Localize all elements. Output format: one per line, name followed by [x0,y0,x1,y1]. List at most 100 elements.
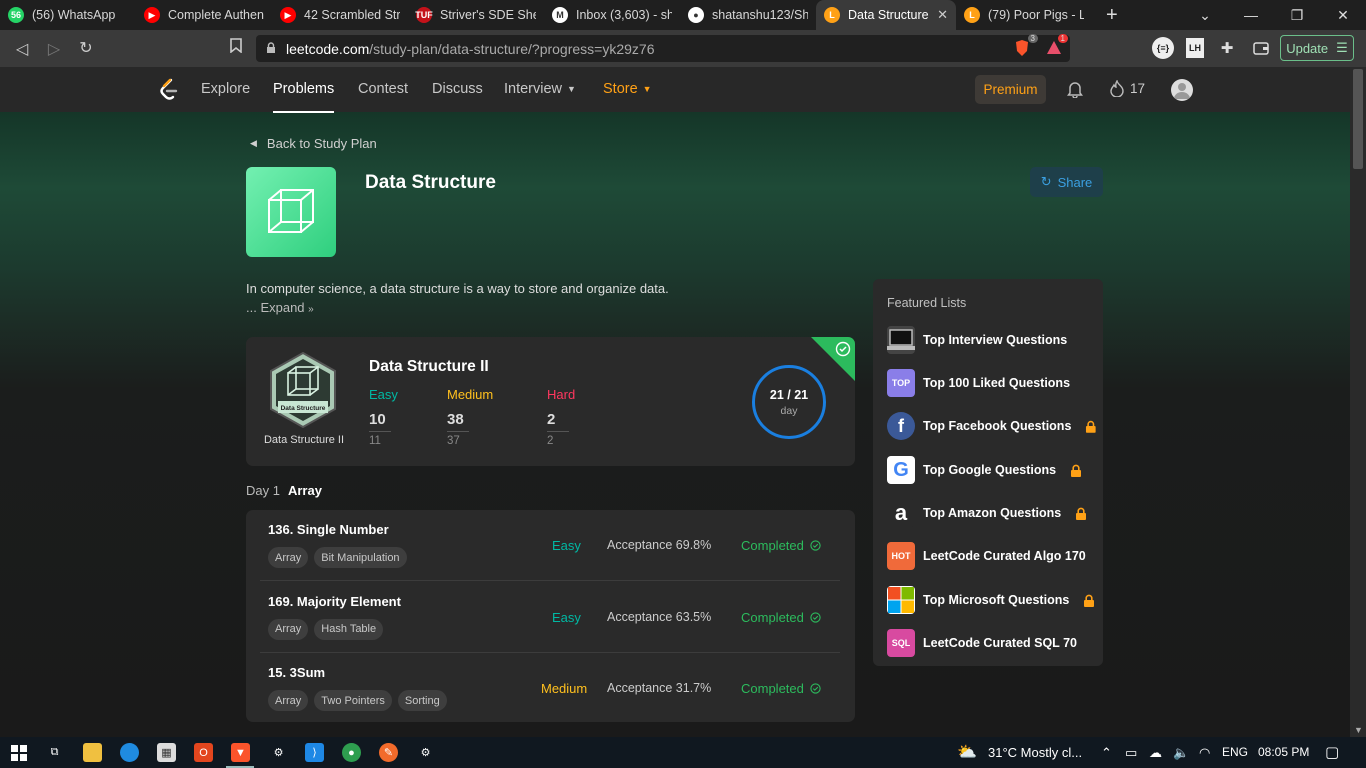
language-indicator[interactable]: ENG [1222,745,1248,759]
edge-icon[interactable] [120,743,139,762]
question-status: Completed [741,681,821,696]
top-liked-icon: TOP [887,369,915,397]
task-view-icon[interactable]: ⧉ [45,743,64,762]
topic-tag[interactable]: Hash Table [314,618,384,640]
question-title[interactable]: 136. Single Number [268,522,389,537]
browser-tab[interactable]: ▶ 42 Scrambled Strin [272,0,408,30]
status-label: Completed [741,609,804,625]
settings-gear-icon[interactable]: ⚙ [269,743,288,762]
featured-list-item[interactable]: Top Microsoft Questions [887,585,1097,615]
nav-interview[interactable]: Interview ▼ [504,81,576,97]
scroll-down-arrow-icon[interactable]: ▼ [1354,725,1363,735]
browser-tab[interactable]: M Inbox (3,603) - sha [544,0,680,30]
restore-button[interactable]: ❐ [1274,7,1320,24]
featured-list-item[interactable]: TOP Top 100 Liked Questions [887,368,1097,398]
topic-tag[interactable]: Array [268,618,309,640]
featured-list-item[interactable]: SQL LeetCode Curated SQL 70 [887,628,1097,658]
topic-tag[interactable]: Array [268,547,309,568]
featured-list-label: Top Interview Questions [923,333,1068,347]
nav-explore[interactable]: Explore [201,81,250,97]
leetcode-logo-icon[interactable] [158,78,180,100]
update-button[interactable]: Update ☰ [1280,35,1354,61]
expand-link[interactable]: ... Expand » [246,300,314,315]
avatar[interactable] [1171,79,1193,101]
back-arrow-icon[interactable]: ◁ [6,39,38,59]
topic-tag[interactable]: Array [268,690,309,711]
nav-contest[interactable]: Contest [358,81,408,97]
caret-left-icon: ◀ [250,138,257,148]
clock[interactable]: 08:05 PM [1258,745,1309,759]
topic-tag[interactable]: Two Pointers [314,690,392,711]
question-row[interactable]: 136. Single Number Array Bit Manipulation E… [260,510,840,581]
tray-overflow-icon[interactable]: ⌃ [1101,745,1112,761]
question-title[interactable]: 169. Majority Element [268,594,401,609]
featured-list-item[interactable]: Top Interview Questions [887,325,1097,355]
question-title[interactable]: 15. 3Sum [268,665,325,680]
premium-button[interactable]: Premium [975,75,1046,104]
brave-shield-icon[interactable]: 3 [1010,34,1038,58]
wallet-icon[interactable] [1252,38,1270,58]
brave-rewards-icon[interactable]: 1 [1042,34,1068,58]
wifi-icon[interactable]: ◠ [1199,745,1210,761]
browser-tab[interactable]: L (79) Poor Pigs - Le [956,0,1092,30]
topic-tag[interactable]: Sorting [397,690,447,711]
browser-tab[interactable]: ● shatanshu123/Shat [680,0,816,30]
featured-lists-panel: Featured Lists Top Interview Questions TO… [873,279,1103,666]
address-bar[interactable]: leetcode.com/study-plan/data-structure/?… [256,35,1070,62]
leetcode-icon: L [964,7,980,23]
lighthouse-extension-icon[interactable]: LH [1186,38,1204,58]
question-row[interactable]: 15. 3Sum Array Two Pointers Sorting Medium Ac… [260,653,840,722]
weather-icon[interactable]: ⛅ [957,742,977,762]
url-path: /study-plan/data-structure/?progress=yk2… [369,40,655,57]
nav-problems[interactable]: Problems [273,81,335,113]
battery-icon[interactable]: ▭ [1125,745,1137,761]
browser-tab[interactable]: 56 (56) WhatsApp [0,0,136,30]
bell-icon[interactable] [1066,80,1084,99]
office-icon[interactable]: O [194,743,213,762]
youtube-icon: ▶ [144,7,160,23]
extensions-puzzle-icon[interactable]: ✚ [1218,38,1236,58]
page-scrollbar[interactable]: ▼ [1350,67,1366,737]
brave-taskbar-icon[interactable]: ▼ [231,743,250,762]
windows-start-icon[interactable] [9,743,28,762]
featured-list-item[interactable]: G Top Google Questions [887,455,1097,485]
browser-tab[interactable]: L Data Structure ✕ [816,0,956,30]
youtube-icon: ▶ [280,7,296,23]
vscode-icon[interactable]: ⟩ [305,743,324,762]
day-topic: Array [287,483,322,498]
topic-tag[interactable]: Bit Manipulation [314,547,407,568]
weather-text[interactable]: 31°C Mostly cl... [988,745,1082,760]
new-tab-button[interactable]: + [1106,4,1118,27]
close-window-button[interactable]: ✕ [1320,7,1366,24]
close-tab-icon[interactable]: ✕ [931,7,948,23]
nav-store[interactable]: Store ▼ [603,81,652,97]
featured-list-item[interactable]: f Top Facebook Questions [887,411,1097,441]
postman-icon[interactable]: ✎ [379,743,398,762]
whatsapp-desktop-icon[interactable]: ● [342,743,361,762]
share-button[interactable]: ↻ Share [1030,167,1103,197]
featured-list-item[interactable]: a Top Amazon Questions [887,498,1097,528]
tab-list-chevron-icon[interactable]: ⌄ [1182,7,1228,24]
json-extension-icon[interactable]: {≡} [1152,37,1174,59]
notification-center-icon[interactable]: ▢ [1325,743,1339,761]
reload-icon[interactable]: ↻ [70,38,102,58]
back-to-study-plan-link[interactable]: ◀ Back to Study Plan [250,136,377,151]
store-icon[interactable]: ▦ [157,743,176,762]
browser-tab[interactable]: ▶ Complete Authentic [136,0,272,30]
streak-counter[interactable]: 17 [1110,80,1145,97]
minimize-button[interactable]: — [1228,7,1274,23]
scrollbar-thumb[interactable] [1353,69,1363,169]
forward-arrow-icon[interactable]: ▷ [38,39,70,59]
cloud-sync-icon[interactable]: ☁ [1149,745,1162,761]
control-panel-icon[interactable]: ⚙ [416,743,435,762]
cube-icon [268,189,314,233]
featured-list-item[interactable]: HOT LeetCode Curated Algo 170 [887,541,1097,571]
nav-discuss[interactable]: Discuss [432,81,483,97]
volume-icon[interactable]: 🔈 [1173,745,1189,761]
file-explorer-icon[interactable] [83,743,102,762]
browser-tab[interactable]: TUF Striver's SDE Sheet [408,0,544,30]
question-row[interactable]: 169. Majority Element Array Hash Table Easy… [260,582,840,653]
badge-caption: Data Structure II [263,434,345,446]
rewards-count-badge: 1 [1057,34,1068,43]
bookmark-icon[interactable] [220,38,252,58]
